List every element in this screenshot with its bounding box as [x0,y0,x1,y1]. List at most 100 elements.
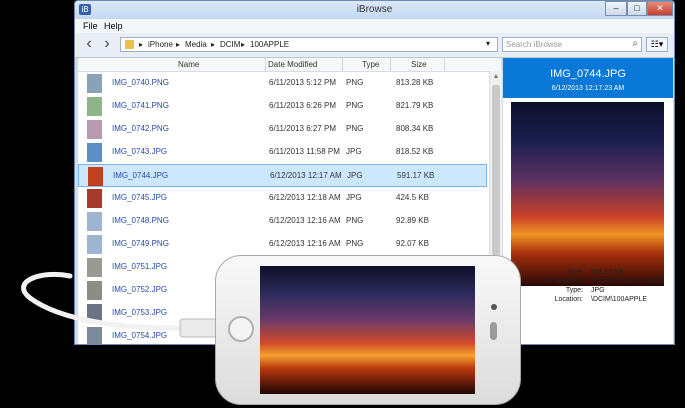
file-type: PNG [346,124,364,133]
preview-pane: IMG_0744.JPG 6/12/2013 12:17:23 AM Size:… [503,58,673,344]
menu-file[interactable]: File [83,21,98,31]
window-title: iBrowse [356,4,393,15]
file-type: PNG [346,101,364,110]
scroll-up-icon[interactable]: ▲ [490,73,502,80]
phone-screen-image [260,266,475,394]
file-name[interactable]: IMG_0749.PNG [112,239,169,248]
preview-date: 6/12/2013 12:17:23 AM [551,85,625,92]
file-thumbnail-icon [87,304,102,323]
search-box[interactable]: Search iBrowse ⌕ [502,37,642,52]
column-size[interactable]: Size [411,60,427,69]
breadcrumb-sep-icon: ▸ [139,40,144,49]
minimize-button[interactable]: – [605,1,627,16]
table-row[interactable]: IMG_0749.PNG 6/12/2013 12:16 AM PNG 92.07 K… [78,233,487,256]
file-name[interactable]: IMG_0751.JPG [112,262,167,271]
menu-help[interactable]: Help [104,21,123,31]
file-date: 6/12/2013 12:16 AM [269,216,341,225]
file-thumbnail-icon [87,235,102,254]
file-thumbnail-icon [87,97,102,116]
table-row[interactable]: IMG_0743.JPG 6/11/2013 11:58 PM JPG 818.52 … [78,141,487,164]
maximize-button[interactable]: □ [627,1,647,16]
file-name[interactable]: IMG_0742.PNG [112,124,169,133]
file-date: 6/11/2013 5:12 PM [269,78,337,87]
search-icon[interactable]: ⌕ [632,38,638,49]
preview-modified-label: Last Modified: [539,278,583,285]
preview-location-value: \DCIM\100APPLE [591,296,648,303]
column-divider[interactable] [444,58,445,71]
file-thumbnail-icon [88,167,103,186]
file-type: JPG [346,193,362,202]
file-size: 821.79 KB [396,101,434,110]
file-name[interactable]: IMG_0741.PNG [112,101,169,110]
table-row[interactable]: IMG_0741.PNG 6/11/2013 6:26 PM PNG 821.79 K… [78,95,487,118]
scrollbar-thumb[interactable] [492,85,500,255]
close-button[interactable]: ✕ [647,1,673,16]
table-row[interactable]: IMG_0742.PNG 6/11/2013 6:27 PM PNG 808.34 K… [78,118,487,141]
table-row[interactable]: IMG_0744.JPG 6/12/2013 12:17 AM JPG 591.17 … [78,164,487,187]
breadcrumb-media[interactable]: Media [185,40,207,49]
file-size: 92.07 KB [396,239,429,248]
title-bar[interactable]: iB iBrowse – □ ✕ [75,1,674,19]
file-thumbnail-icon [87,327,102,344]
column-type[interactable]: Type [362,60,379,69]
iphone-device [215,255,521,405]
file-name[interactable]: IMG_0753.JPG [112,308,167,317]
file-name[interactable]: IMG_0740.PNG [112,78,169,87]
file-size: 424.5 KB [396,193,429,202]
file-thumbnail-icon [87,189,102,208]
preview-header: IMG_0744.JPG 6/12/2013 12:17:23 AM [503,58,673,98]
column-header-row: Name Date Modified Type Size [78,58,501,72]
earpiece-icon [490,322,497,340]
file-name[interactable]: IMG_0748.PNG [112,216,169,225]
preview-type-value: JPG [591,287,605,294]
file-date: 6/11/2013 6:26 PM [269,101,337,110]
preview-size-value: 591.17 KB [591,269,624,276]
folder-icon [125,40,134,49]
file-name[interactable]: IMG_0752.JPG [112,285,167,294]
table-row[interactable]: IMG_0748.PNG 6/12/2013 12:16 AM PNG 92.89 K… [78,210,487,233]
preview-title: IMG_0744.JPG [550,68,626,80]
address-bar[interactable]: ▸ iPhone ▸ Media ▸ DCIM ▸ 100APPLE ▾ [120,37,498,52]
file-name[interactable]: IMG_0744.JPG [113,171,168,180]
preview-modified-value: 6/12/2013 12:17:23 AM [591,278,664,285]
file-thumbnail-icon [87,120,102,139]
file-name[interactable]: IMG_0745.JPG [112,193,167,202]
search-input[interactable]: Search iBrowse [506,40,562,49]
column-date-modified[interactable]: Date Modified [268,60,317,69]
menu-bar: File Help [75,19,674,33]
table-row[interactable]: IMG_0740.PNG 6/11/2013 5:12 PM PNG 813.28 K… [78,72,487,95]
breadcrumb-100apple[interactable]: 100APPLE [250,40,289,49]
file-name[interactable]: IMG_0743.JPG [112,147,167,156]
file-type: PNG [346,239,364,248]
file-size: 92.89 KB [396,216,429,225]
file-type: PNG [346,216,364,225]
file-name[interactable]: IMG_0754.JPG [112,331,167,340]
breadcrumb-sep-icon: ▸ [176,40,181,49]
file-type: PNG [346,78,364,87]
preview-type-label: Type: [565,287,583,294]
preview-image [511,102,664,286]
toolbar: ‹ › ▸ iPhone ▸ Media ▸ DCIM ▸ 100APPLE ▾… [75,33,674,58]
camera-icon [491,304,497,310]
breadcrumb-dcim[interactable]: DCIM [220,40,240,49]
view-options-button[interactable]: ☷▾ [646,37,668,52]
forward-button[interactable]: › [99,36,115,54]
file-date: 6/12/2013 12:16 AM [269,239,341,248]
preview-size-label: Size: [567,269,583,276]
column-divider[interactable] [265,58,266,71]
column-name[interactable]: Name [178,60,199,69]
breadcrumb-iphone[interactable]: iPhone [148,40,173,49]
file-thumbnail-icon [87,258,102,277]
file-date: 6/11/2013 11:58 PM [269,147,340,156]
address-dropdown-icon[interactable]: ▾ [486,39,490,48]
file-size: 813.28 KB [396,78,434,87]
file-type: JPG [346,147,362,156]
column-divider[interactable] [390,58,391,71]
column-divider[interactable] [342,58,343,71]
file-thumbnail-icon [87,281,102,300]
table-row[interactable]: IMG_0745.JPG 6/12/2013 12:18 AM JPG 424.5 K… [78,187,487,210]
breadcrumb-sep-icon: ▸ [211,40,216,49]
file-thumbnail-icon [87,212,102,231]
file-size: 818.52 KB [396,147,434,156]
back-button[interactable]: ‹ [81,36,97,54]
